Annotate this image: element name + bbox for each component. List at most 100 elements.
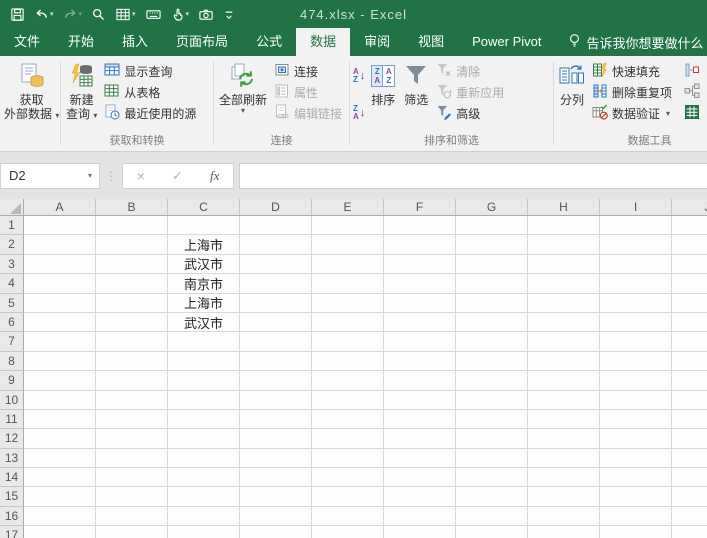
cell-C8[interactable]	[168, 352, 240, 371]
cell-D5[interactable]	[240, 294, 312, 313]
col-header-H[interactable]: H	[528, 199, 600, 215]
cell-G6[interactable]	[456, 313, 528, 332]
cell-B17[interactable]	[96, 526, 168, 538]
cell-H12[interactable]	[528, 429, 600, 448]
cell-D9[interactable]	[240, 371, 312, 390]
cell-C13[interactable]	[168, 449, 240, 468]
cell-C16[interactable]	[168, 507, 240, 526]
edit-links-button[interactable]: 编辑链接	[271, 103, 345, 124]
cell-J4[interactable]	[672, 274, 707, 293]
cell-C9[interactable]	[168, 371, 240, 390]
cancel-icon[interactable]: ×	[137, 168, 145, 184]
cell-J9[interactable]	[672, 371, 707, 390]
cell-I4[interactable]	[600, 274, 672, 293]
tab-view[interactable]: 视图	[404, 28, 458, 56]
cell-F17[interactable]	[384, 526, 456, 538]
row-header-10[interactable]: 10	[0, 391, 24, 410]
cell-H1[interactable]	[528, 216, 600, 235]
flash-fill-button[interactable]: 快速填充	[589, 61, 675, 82]
tab-file[interactable]: 文件	[0, 28, 54, 56]
relationships-button[interactable]	[681, 82, 703, 103]
cell-I12[interactable]	[600, 429, 672, 448]
row-header-3[interactable]: 3	[0, 255, 24, 274]
cell-B15[interactable]	[96, 487, 168, 506]
cell-H8[interactable]	[528, 352, 600, 371]
cell-J16[interactable]	[672, 507, 707, 526]
cell-A11[interactable]	[24, 410, 96, 429]
cell-G10[interactable]	[456, 391, 528, 410]
cell-E11[interactable]	[312, 410, 384, 429]
cell-A17[interactable]	[24, 526, 96, 538]
table-icon[interactable]: ▾	[115, 7, 136, 22]
customize-qat-icon[interactable]	[223, 7, 235, 22]
row-header-5[interactable]: 5	[0, 294, 24, 313]
enter-icon[interactable]: ✓	[172, 168, 183, 184]
tab-data[interactable]: 数据	[296, 28, 350, 56]
cell-F3[interactable]	[384, 255, 456, 274]
cell-I10[interactable]	[600, 391, 672, 410]
cell-B3[interactable]	[96, 255, 168, 274]
cell-B7[interactable]	[96, 332, 168, 351]
col-header-A[interactable]: A	[24, 199, 96, 215]
cell-B11[interactable]	[96, 410, 168, 429]
select-all-corner[interactable]	[0, 199, 24, 215]
touch-keyboard-icon[interactable]	[145, 7, 162, 22]
cell-G4[interactable]	[456, 274, 528, 293]
cell-B4[interactable]	[96, 274, 168, 293]
tab-power-pivot[interactable]: Power Pivot	[458, 28, 555, 56]
cell-D11[interactable]	[240, 410, 312, 429]
cell-D10[interactable]	[240, 391, 312, 410]
advanced-filter-button[interactable]: 高级	[433, 103, 507, 124]
camera-icon[interactable]	[198, 7, 214, 22]
cell-I14[interactable]	[600, 468, 672, 487]
sort-button[interactable]: ZAAZ 排序	[367, 58, 399, 107]
cell-F6[interactable]	[384, 313, 456, 332]
row-header-15[interactable]: 15	[0, 487, 24, 506]
row-header-17[interactable]: 17	[0, 526, 24, 538]
row-header-13[interactable]: 13	[0, 449, 24, 468]
cell-G3[interactable]	[456, 255, 528, 274]
col-header-I[interactable]: I	[600, 199, 672, 215]
cell-J2[interactable]	[672, 235, 707, 254]
col-header-D[interactable]: D	[240, 199, 312, 215]
tab-page-layout[interactable]: 页面布局	[162, 28, 242, 56]
reapply-filter-button[interactable]: 重新应用	[433, 82, 507, 103]
cell-A15[interactable]	[24, 487, 96, 506]
cell-D16[interactable]	[240, 507, 312, 526]
cell-F7[interactable]	[384, 332, 456, 351]
cell-I3[interactable]	[600, 255, 672, 274]
cell-J11[interactable]	[672, 410, 707, 429]
cell-D2[interactable]	[240, 235, 312, 254]
tell-me-box[interactable]: 告诉我你想要做什么	[556, 28, 707, 56]
cell-B12[interactable]	[96, 429, 168, 448]
cell-F5[interactable]	[384, 294, 456, 313]
cell-I16[interactable]	[600, 507, 672, 526]
cell-C10[interactable]	[168, 391, 240, 410]
cell-F12[interactable]	[384, 429, 456, 448]
col-header-B[interactable]: B	[96, 199, 168, 215]
cell-A13[interactable]	[24, 449, 96, 468]
cell-F4[interactable]	[384, 274, 456, 293]
insert-function-icon[interactable]: fx	[210, 168, 219, 184]
row-header-14[interactable]: 14	[0, 468, 24, 487]
cell-J3[interactable]	[672, 255, 707, 274]
cell-I6[interactable]	[600, 313, 672, 332]
cell-A8[interactable]	[24, 352, 96, 371]
cell-D12[interactable]	[240, 429, 312, 448]
cell-A12[interactable]	[24, 429, 96, 448]
cell-B8[interactable]	[96, 352, 168, 371]
cell-C14[interactable]	[168, 468, 240, 487]
cell-C5[interactable]: 上海市	[168, 294, 240, 313]
row-header-9[interactable]: 9	[0, 371, 24, 390]
cell-B2[interactable]	[96, 235, 168, 254]
sort-ascending-button[interactable]: AZ↓	[351, 63, 367, 89]
cell-H17[interactable]	[528, 526, 600, 538]
cell-G9[interactable]	[456, 371, 528, 390]
cell-A1[interactable]	[24, 216, 96, 235]
tab-formulas[interactable]: 公式	[242, 28, 296, 56]
cell-E5[interactable]	[312, 294, 384, 313]
cell-C4[interactable]: 南京市	[168, 274, 240, 293]
consolidate-button[interactable]	[681, 61, 703, 82]
cell-G1[interactable]	[456, 216, 528, 235]
cell-G2[interactable]	[456, 235, 528, 254]
